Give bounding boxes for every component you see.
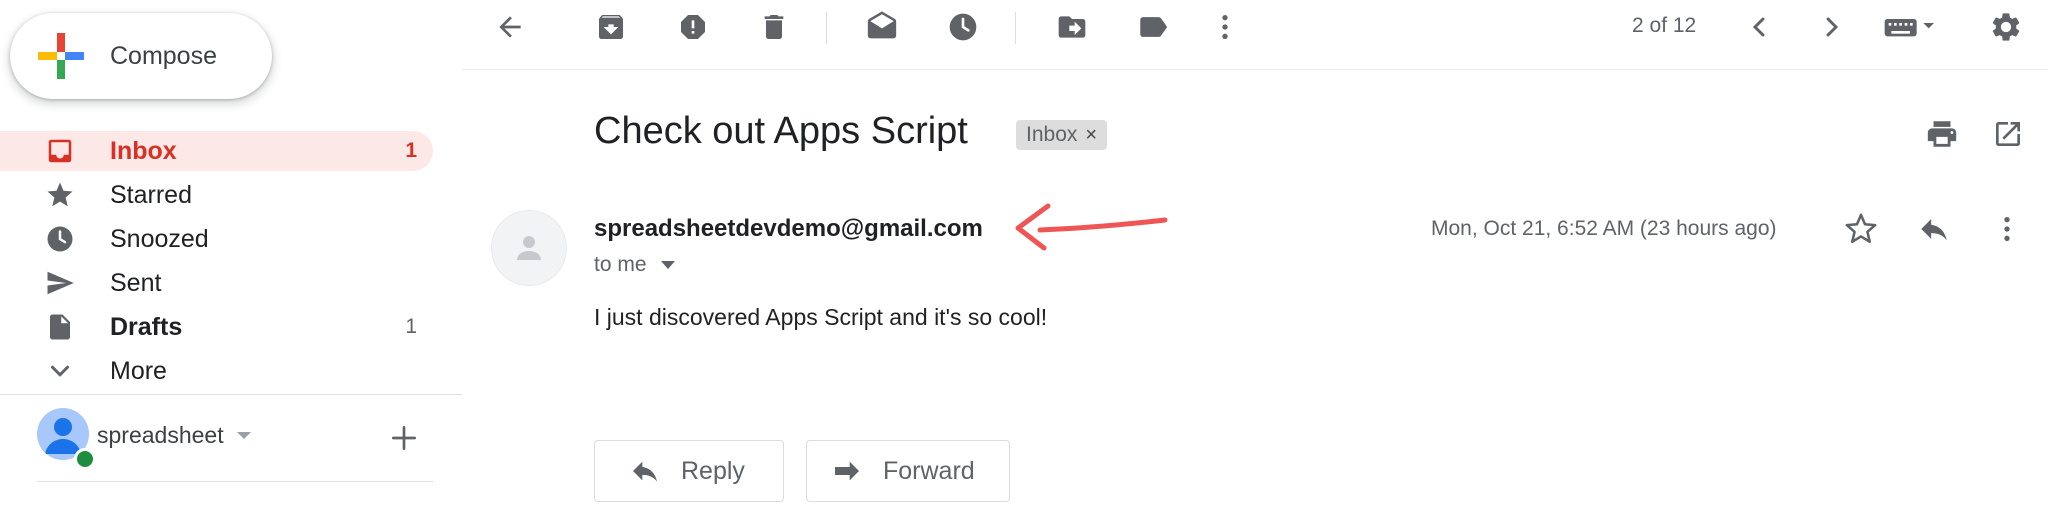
sidebar-item-label: More [110,356,167,385]
draft-count: 1 [405,315,417,338]
sidebar-item-label: Sent [110,268,162,297]
sender-email[interactable]: spreadsheetdevdemo@gmail.com [594,215,983,243]
forward-label: Forward [883,456,975,485]
toolbar-divider [1015,12,1016,44]
archive-icon[interactable] [593,9,629,45]
open-in-new-window-icon[interactable] [1990,116,2026,152]
sidebar-item-inbox[interactable]: Inbox 1 [0,131,433,171]
snooze-icon[interactable] [945,9,981,45]
show-details-icon[interactable] [660,261,675,269]
message-date: Mon, Oct 21, 6:52 AM (23 hours ago) [1431,217,1777,240]
more-vert-icon[interactable] [1989,211,2025,247]
online-status-dot [74,448,96,470]
move-to-icon[interactable] [1054,9,1090,45]
reply-label: Reply [681,456,745,485]
label-icon[interactable] [1135,9,1171,45]
forward-button[interactable]: Forward [806,440,1010,502]
sidebar-divider [37,481,433,482]
person-icon [517,236,541,260]
sender-avatar[interactable] [491,210,567,286]
recipient-label: to me [594,253,647,276]
reply-icon[interactable] [1916,211,1952,247]
sidebar-item-label: Inbox [110,136,177,165]
compose-label: Compose [110,41,217,70]
add-icon[interactable] [388,422,420,454]
email-body: I just discovered Apps Script and it's s… [594,304,1048,330]
annotation-arrow [1015,203,1168,251]
settings-icon[interactable] [1988,9,2024,45]
report-spam-icon[interactable] [675,9,711,45]
sidebar-item-label: Starred [110,180,192,209]
chevron-right-icon[interactable] [1814,9,1850,45]
sidebar-item-more[interactable]: More [0,351,433,391]
compose-plus-icon [38,33,84,79]
sidebar-item-starred[interactable]: Starred [0,175,433,215]
reply-icon [633,461,657,482]
pagination-text: 2 of 12 [1632,14,1697,37]
star-icon [44,179,76,211]
sidebar-item-sent[interactable]: Sent [0,263,433,303]
chevron-left-icon[interactable] [1741,9,1777,45]
inbox-label-chip[interactable]: Inbox × [1016,120,1108,150]
remove-label-icon[interactable]: × [1085,124,1097,147]
caret-down-icon[interactable] [237,432,251,439]
forward-icon [835,461,859,481]
toolbar-divider [462,69,2048,70]
mark-unread-icon[interactable] [864,9,900,45]
draft-icon [44,311,76,343]
recipient-line: to me [594,253,675,277]
more-vert-icon[interactable] [1207,9,1243,45]
sidebar-item-label: Drafts [110,312,183,341]
clock-icon [44,223,76,255]
reply-button[interactable]: Reply [594,440,784,502]
keyboard-icon[interactable] [1880,9,1940,45]
send-icon [44,267,76,299]
sidebar-item-label: Snoozed [110,224,209,253]
sidebar-divider [0,394,462,395]
sidebar-item-snoozed[interactable]: Snoozed [0,219,433,259]
toolbar-divider [826,12,827,44]
label-chip-text: Inbox [1026,123,1078,146]
chevron-down-icon [44,355,76,387]
star-icon[interactable] [1843,211,1879,247]
print-icon[interactable] [1924,116,1960,152]
inbox-icon [44,135,76,167]
back-arrow-icon[interactable] [492,9,528,45]
unread-count: 1 [405,139,417,162]
compose-button[interactable]: Compose [10,13,272,99]
delete-icon[interactable] [756,9,792,45]
sidebar-item-drafts[interactable]: Drafts 1 [0,307,433,347]
account-name[interactable]: spreadsheet [97,422,224,449]
email-subject: Check out Apps Script [594,110,968,152]
